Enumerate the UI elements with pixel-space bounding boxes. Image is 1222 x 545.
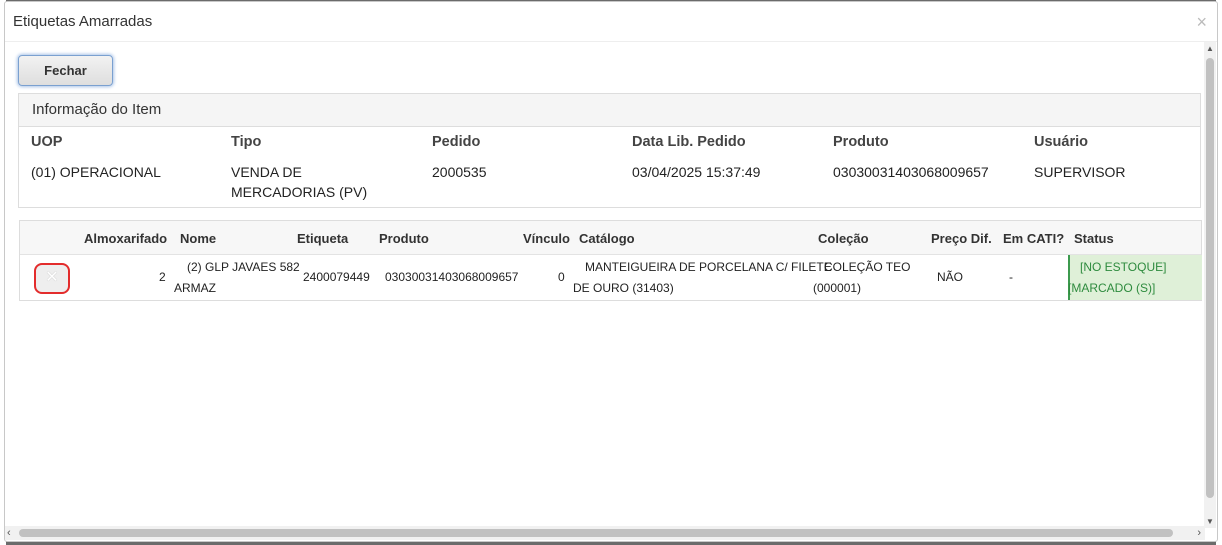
table-header: Almoxarifado Nome Etiqueta Produto Víncu… [20,221,1201,255]
close-icon[interactable]: × [1196,13,1207,31]
etiquetas-amarradas-dialog: Etiquetas Amarradas × Fechar Informação … [4,1,1218,542]
horizontal-scroll-thumb[interactable] [19,529,1173,537]
info-value-produto: 03030031403068009657 [833,164,989,180]
scroll-right-icon[interactable]: › [1197,526,1201,540]
info-col-data-lib: Data Lib. Pedido 03/04/2025 15:37:49 [632,134,827,182]
cell-etiqueta: 2400079449 [303,270,370,284]
cell-colecao-line2: (000001) [813,281,862,295]
cell-preco-dif: NÃO [937,270,964,284]
info-col-usuario: Usuário SUPERVISOR [1034,134,1217,182]
info-label-tipo: Tipo [231,134,262,150]
dialog-title: Etiquetas Amarradas [13,13,153,30]
th-vinculo[interactable]: Vínculo [523,231,570,246]
info-label-uop: UOP [31,134,63,150]
cell-nome-line1: (2) GLP JAVAES 582 [187,260,300,274]
info-col-uop: UOP (01) OPERACIONAL [31,134,226,182]
status-cell: [NO ESTOQUE] [MARCADO (S)] [1068,255,1202,300]
info-value-tipo-line2: MERCADORIAS (PV) [231,184,368,200]
info-value-uop: (01) OPERACIONAL [31,164,161,180]
th-produto[interactable]: Produto [379,231,429,246]
th-colecao[interactable]: Coleção [818,231,869,246]
th-almoxarifado[interactable]: Almoxarifado [84,231,167,246]
info-label-pedido: Pedido [432,134,481,150]
cell-catalogo-line1: MANTEIGUEIRA DE PORCELANA C/ FILETE [585,260,832,274]
fechar-button[interactable]: Fechar [18,55,113,86]
horizontal-scrollbar[interactable]: ‹ › [5,526,1205,540]
th-nome[interactable]: Nome [180,231,216,246]
vertical-scroll-thumb[interactable] [1206,58,1214,498]
info-col-tipo: Tipo VENDA DE MERCADORIAS (PV) [231,134,426,202]
info-label-usuario: Usuário [1034,134,1088,150]
th-em-cati[interactable]: Em CATI? [1003,231,1064,246]
cell-em-cati: - [1009,270,1013,284]
info-value-data-lib: 03/04/2025 15:37:49 [632,164,761,180]
th-etiqueta[interactable]: Etiqueta [297,231,348,246]
status-marcado: [MARCADO (S)] [1068,281,1156,295]
cell-catalogo-line2: DE OURO (31403) [573,281,674,295]
scroll-left-icon[interactable]: ‹ [7,526,11,540]
cell-almoxarifado: 2 [159,270,166,284]
cell-nome-line2: ARMAZ [174,281,216,295]
info-value-pedido: 2000535 [432,164,487,180]
status-no-estoque: [NO ESTOQUE] [1080,260,1167,274]
th-catalogo[interactable]: Catálogo [579,231,635,246]
scroll-up-icon[interactable]: ▲ [1204,44,1216,53]
remove-row-button[interactable]: ✕ [34,263,70,294]
scroll-down-icon[interactable]: ▼ [1204,517,1216,526]
info-value-usuario: SUPERVISOR [1034,164,1126,180]
cell-produto: 03030031403068009657 [385,270,519,284]
cell-vinculo: 0 [558,270,565,284]
title-divider [5,41,1217,42]
item-info-panel: Informação do Item UOP (01) OPERACIONAL … [18,93,1201,208]
info-col-pedido: Pedido 2000535 [432,134,627,182]
th-status[interactable]: Status [1074,231,1114,246]
th-preco-dif[interactable]: Preço Dif. [931,231,992,246]
info-label-data-lib: Data Lib. Pedido [632,134,746,150]
info-value-tipo-line1: VENDA DE [231,164,302,180]
item-info-heading: Informação do Item [19,94,1200,127]
info-col-produto: Produto 03030031403068009657 [833,134,1028,182]
cell-colecao-line1: COLEÇÃO TEO [824,260,911,274]
etiquetas-table: Almoxarifado Nome Etiqueta Produto Víncu… [19,220,1202,301]
info-label-produto: Produto [833,134,889,150]
vertical-scrollbar[interactable]: ▲ ▼ [1204,42,1216,528]
